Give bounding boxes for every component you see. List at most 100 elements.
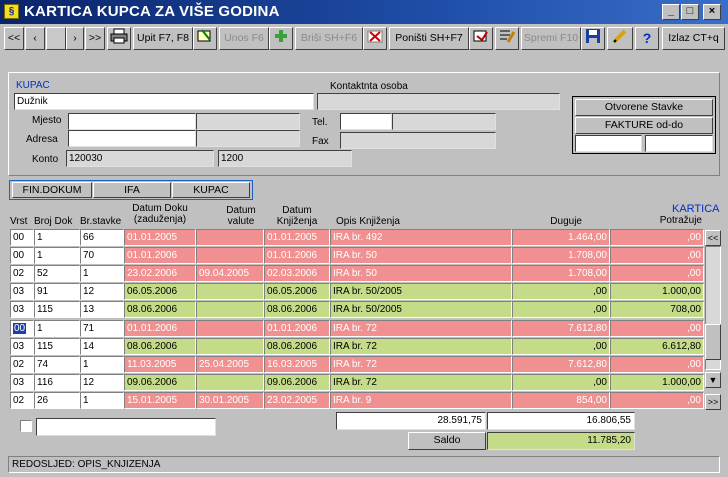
datum-knjizenja-cell[interactable]: 01.01.2005: [264, 229, 330, 246]
datum-valute-cell[interactable]: [196, 247, 264, 264]
title-bar[interactable]: § KARTICA KUPCA ZA VIŠE GODINA _ □ ×: [0, 0, 728, 24]
minimize-button[interactable]: _: [662, 4, 680, 20]
query-tool-button[interactable]: [193, 27, 217, 50]
konto-field[interactable]: 120030: [66, 150, 214, 167]
datum-knjizenja-cell[interactable]: 01.01.2006: [264, 320, 330, 337]
broj-dok-cell[interactable]: 1: [34, 229, 80, 246]
invoice-to-field[interactable]: [645, 135, 713, 152]
table-row[interactable]: 00 1 66 01.01.2005 01.01.2005 IRA br. 492 1.46…: [10, 229, 704, 247]
opis-cell[interactable]: IRA br. 72: [330, 338, 512, 355]
br-stavke-cell[interactable]: 71: [80, 320, 124, 337]
adresa-field[interactable]: [68, 130, 196, 147]
table-row[interactable]: 03 115 14 08.06.2006 08.06.2006 IRA br. 72,00…: [10, 338, 704, 356]
table-row[interactable]: 03 115 13 08.06.2006 08.06.2006 IRA br. 50/20…: [10, 301, 704, 319]
duguje-cell[interactable]: 1.708,00: [512, 247, 610, 264]
potrazuje-cell[interactable]: ,00: [610, 265, 704, 282]
help-button[interactable]: ?: [635, 27, 659, 50]
br-stavke-cell[interactable]: 12: [80, 283, 124, 300]
table-row[interactable]: 00 1 71 01.01.2006 01.01.2006 IRA br. 72 7.612…: [10, 320, 704, 338]
potrazuje-cell[interactable]: ,00: [610, 356, 704, 373]
duguje-cell[interactable]: ,00: [512, 301, 610, 318]
save-button[interactable]: Spremi F10: [521, 27, 581, 50]
datum-valute-cell[interactable]: [196, 320, 264, 337]
datum-valute-cell[interactable]: [196, 374, 264, 391]
potrazuje-cell[interactable]: 6.612,80: [610, 338, 704, 355]
broj-dok-cell[interactable]: 26: [34, 392, 80, 409]
vrst-cell[interactable]: 03: [10, 338, 34, 355]
potrazuje-cell[interactable]: 1.000,00: [610, 283, 704, 300]
customer-name-field[interactable]: Dužnik: [14, 93, 314, 110]
opis-cell[interactable]: IRA br. 492: [330, 229, 512, 246]
br-stavke-cell[interactable]: 14: [80, 338, 124, 355]
potrazuje-cell[interactable]: ,00: [610, 392, 704, 409]
duguje-cell[interactable]: ,00: [512, 374, 610, 391]
duguje-cell[interactable]: 1.708,00: [512, 265, 610, 282]
tel-ext-field[interactable]: [392, 113, 496, 130]
nav-prev-button[interactable]: ‹: [25, 27, 45, 50]
datum-valute-cell[interactable]: 30.01.2005: [196, 392, 264, 409]
opis-cell[interactable]: IRA br. 50: [330, 247, 512, 264]
duguje-cell[interactable]: 1.464,00: [512, 229, 610, 246]
undo-button[interactable]: Poništi SH+F7: [389, 27, 469, 50]
close-button[interactable]: ×: [703, 4, 721, 20]
saldo-button[interactable]: Saldo: [408, 432, 486, 450]
datum-dok-cell[interactable]: 01.01.2006: [124, 247, 196, 264]
scroll-left-button[interactable]: <<: [705, 230, 721, 246]
datum-knjizenja-cell[interactable]: 02.03.2006: [264, 265, 330, 282]
br-stavke-cell[interactable]: 12: [80, 374, 124, 391]
undo-tool-button[interactable]: [469, 27, 493, 50]
datum-dok-cell[interactable]: 15.01.2005: [124, 392, 196, 409]
mjesto-ext-field[interactable]: [196, 113, 300, 130]
delete-tool-button[interactable]: [363, 27, 387, 50]
table-row[interactable]: 03 116 12 09.06.2006 09.06.2006 IRA br. 72,00…: [10, 374, 704, 392]
konto-name-field[interactable]: 1200: [218, 150, 352, 167]
scroll-down-button[interactable]: ▼: [705, 372, 721, 388]
nav-first-button[interactable]: <<: [4, 27, 24, 50]
potrazuje-cell[interactable]: 1.000,00: [610, 374, 704, 391]
table-row[interactable]: 02 52 1 23.02.2006 09.04.2005 02.03.2006 IRA b…: [10, 265, 704, 283]
broj-dok-cell[interactable]: 1: [34, 247, 80, 264]
invoices-button[interactable]: FAKTURE od-do: [575, 117, 713, 134]
datum-knjizenja-cell[interactable]: 23.02.2005: [264, 392, 330, 409]
opis-cell[interactable]: IRA br. 72: [330, 356, 512, 373]
br-stavke-cell[interactable]: 1: [80, 265, 124, 282]
add-tool-button[interactable]: [269, 27, 293, 50]
datum-valute-cell[interactable]: 09.04.2005: [196, 265, 264, 282]
nav-next-button[interactable]: ›: [66, 27, 84, 50]
open-items-button[interactable]: Otvorene Stavke: [575, 99, 713, 116]
vrst-cell[interactable]: 00: [10, 247, 34, 264]
duguje-cell[interactable]: 7.612,80: [512, 320, 610, 337]
table-row[interactable]: 03 91 12 06.05.2006 06.05.2006 IRA br. 50/200…: [10, 283, 704, 301]
potrazuje-cell[interactable]: ,00: [610, 229, 704, 246]
potrazuje-cell[interactable]: ,00: [610, 247, 704, 264]
br-stavke-cell[interactable]: 1: [80, 356, 124, 373]
delete-button[interactable]: Briši SH+F6: [295, 27, 363, 50]
potrazuje-cell[interactable]: ,00: [610, 320, 704, 337]
vrst-cell[interactable]: 03: [10, 374, 34, 391]
tel-field[interactable]: [340, 113, 392, 130]
broj-dok-cell[interactable]: 1: [34, 320, 80, 337]
broj-dok-cell[interactable]: 74: [34, 356, 80, 373]
datum-knjizenja-cell[interactable]: 16.03.2005: [264, 356, 330, 373]
vrst-cell[interactable]: 02: [10, 392, 34, 409]
vrst-cell[interactable]: 02: [10, 356, 34, 373]
datum-knjizenja-cell[interactable]: 08.06.2006: [264, 338, 330, 355]
br-stavke-cell[interactable]: 1: [80, 392, 124, 409]
pencil-button[interactable]: [607, 27, 633, 50]
datum-knjizenja-cell[interactable]: 01.01.2006: [264, 247, 330, 264]
filter-checkbox[interactable]: [20, 420, 32, 432]
datum-dok-cell[interactable]: 01.01.2006: [124, 320, 196, 337]
vrst-cell[interactable]: 00: [10, 229, 34, 246]
duguje-cell[interactable]: ,00: [512, 338, 610, 355]
filter-field[interactable]: [36, 418, 216, 436]
vrst-cell[interactable]: 03: [10, 283, 34, 300]
scroll-right-button[interactable]: >>: [705, 394, 721, 410]
datum-valute-cell[interactable]: [196, 301, 264, 318]
broj-dok-cell[interactable]: 115: [34, 301, 80, 318]
datum-dok-cell[interactable]: 08.06.2006: [124, 301, 196, 318]
datum-dok-cell[interactable]: 23.02.2006: [124, 265, 196, 282]
vrst-cell[interactable]: 00: [10, 320, 34, 337]
contact-field[interactable]: [317, 93, 560, 110]
datum-valute-cell[interactable]: [196, 283, 264, 300]
insert-button[interactable]: Unos F6: [219, 27, 269, 50]
